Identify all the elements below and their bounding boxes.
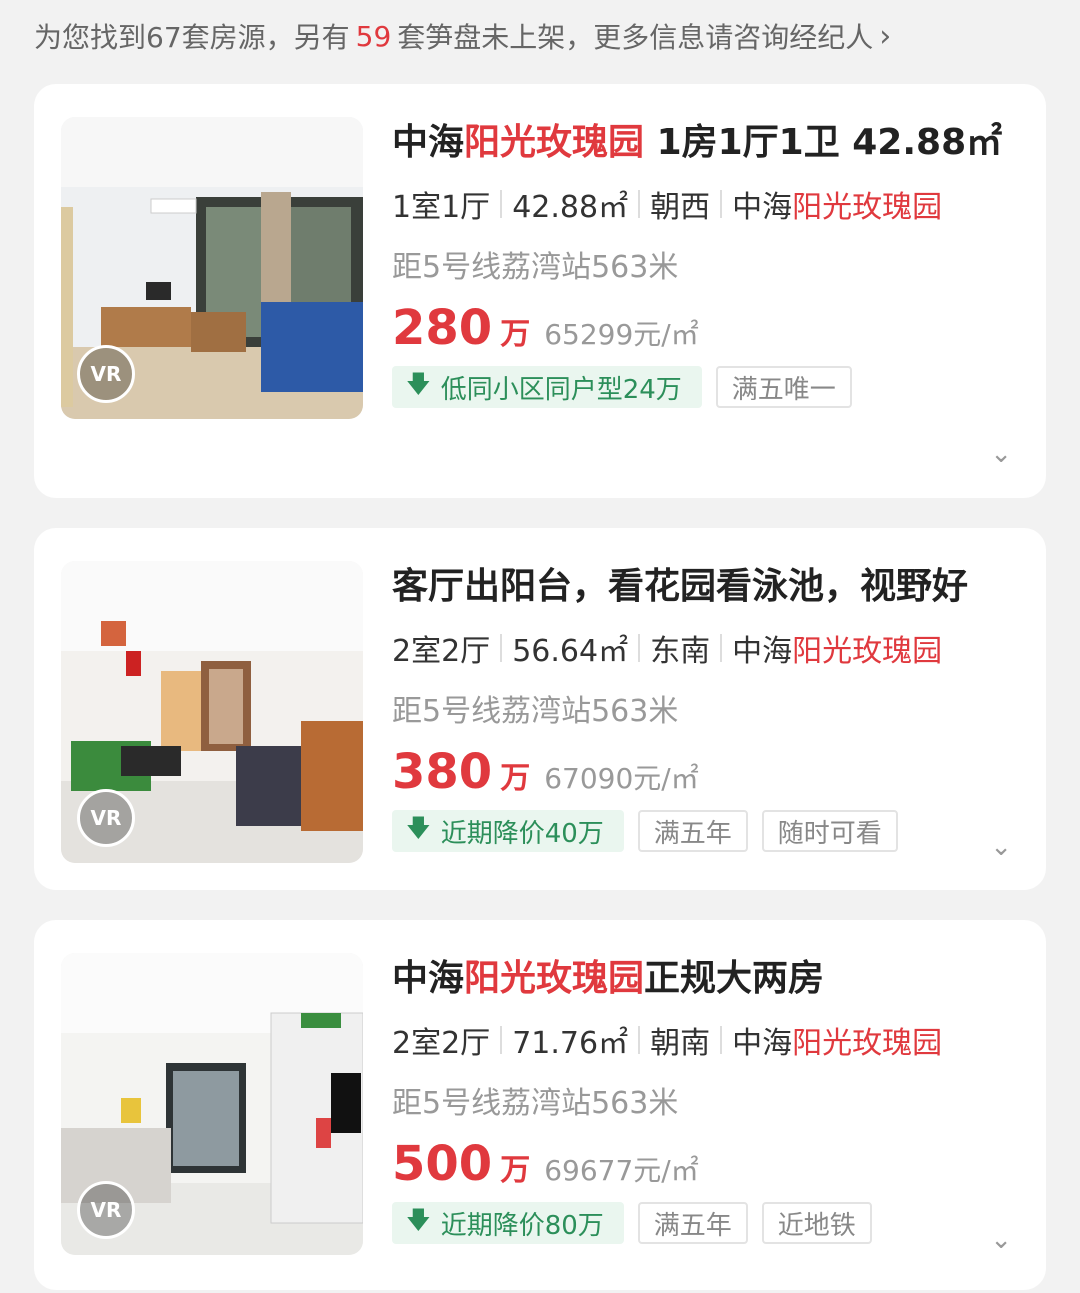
listing-photo[interactable]: VR: [61, 953, 363, 1255]
tag-row: 🡇 近期降价40万 满五年 随时可看: [392, 810, 1016, 852]
area: 42.88㎡: [512, 190, 629, 225]
price-per-sqm: 65299元/㎡: [544, 318, 699, 351]
tag-row: 🡇 近期降价80万 满五年 近地铁: [392, 1202, 1016, 1244]
vr-badge[interactable]: VR: [77, 789, 135, 847]
price-row: 500 万 69677元/㎡: [392, 1136, 1016, 1192]
listing-attributes: 2室2厅 71.76㎡ 朝南 中海阳光玫瑰园: [392, 1018, 1016, 1062]
price-per-sqm: 69677元/㎡: [544, 1154, 699, 1187]
price-row: 380 万 67090元/㎡: [392, 744, 1016, 800]
metro-distance: 距5号线荔湾站563米: [392, 250, 679, 285]
total-price: 380: [392, 744, 493, 800]
vr-badge[interactable]: VR: [77, 1181, 135, 1239]
orientation: 朝南: [650, 1026, 711, 1061]
tag-row: 🡇 低同小区同户型24万 满五唯一: [392, 366, 1016, 408]
layout: 2室2厅: [392, 634, 491, 669]
area: 71.76㎡: [512, 1026, 629, 1061]
chevron-right-icon: ›: [879, 18, 892, 54]
metro-distance: 距5号线荔湾站563米: [392, 1086, 679, 1121]
summary-prefix: 为您找到67套房源，另有: [34, 21, 350, 54]
price-drop-tag: 🡇 近期降价80万: [392, 1202, 624, 1244]
arrow-down-icon: 🡇: [406, 369, 431, 398]
chevron-down-icon[interactable]: ⌄: [990, 832, 1012, 862]
feature-tag: 满五年: [637, 810, 748, 852]
listing-info: 中海阳光玫瑰园正规大两房 2室2厅 71.76㎡ 朝南 中海阳光玫瑰园 距5号线…: [392, 956, 1016, 1244]
listing-info: 客厅出阳台，看花园看泳池，视野好 2室2厅 56.64㎡ 东南 中海阳光玫瑰园 …: [392, 564, 1016, 852]
listing-card[interactable]: VR 中海阳光玫瑰园正规大两房 2室2厅 71.76㎡ 朝南 中海阳光玫瑰园 距…: [34, 920, 1046, 1290]
listing-photo[interactable]: VR: [61, 117, 363, 419]
price-unit: 万: [500, 761, 531, 796]
orientation: 东南: [650, 634, 711, 669]
price-per-sqm: 67090元/㎡: [544, 762, 699, 795]
community: 中海阳光玫瑰园: [732, 1026, 943, 1061]
price-drop-tag: 🡇 低同小区同户型24万: [392, 366, 702, 408]
layout: 2室2厅: [392, 1026, 491, 1061]
feature-tag: 随时可看: [761, 810, 898, 852]
community: 中海阳光玫瑰园: [732, 190, 943, 225]
listing-card[interactable]: VR 客厅出阳台，看花园看泳池，视野好 2室2厅 56.64㎡ 东南 中海阳光玫…: [34, 528, 1046, 890]
orientation: 朝西: [650, 190, 711, 225]
arrow-down-icon: 🡇: [406, 813, 431, 842]
price-drop-tag: 🡇 近期降价40万: [392, 810, 624, 852]
vr-badge[interactable]: VR: [77, 345, 135, 403]
area: 56.64㎡: [512, 634, 629, 669]
price-unit: 万: [500, 317, 531, 352]
listing-attributes: 2室2厅 56.64㎡ 东南 中海阳光玫瑰园: [392, 626, 1016, 670]
feature-tag: 满五唯一: [715, 366, 852, 408]
chevron-down-icon[interactable]: ⌄: [990, 439, 1012, 469]
listing-photo[interactable]: VR: [61, 561, 363, 863]
price-unit: 万: [500, 1153, 531, 1188]
listing-title: 中海阳光玫瑰园 1房1厅1卫 42.88㎡: [392, 122, 1003, 163]
arrow-down-icon: 🡇: [406, 1205, 431, 1234]
price-row: 280 万 65299元/㎡: [392, 300, 1016, 356]
total-price: 500: [392, 1136, 493, 1192]
layout: 1室1厅: [392, 190, 491, 225]
metro-distance: 距5号线荔湾站563米: [392, 694, 679, 729]
feature-tag: 满五年: [637, 1202, 748, 1244]
community: 中海阳光玫瑰园: [732, 634, 943, 669]
total-price: 280: [392, 300, 493, 356]
listing-summary-bar[interactable]: 为您找到67套房源，另有 59 套笋盘未上架，更多信息请咨询经纪人 ›: [34, 14, 891, 58]
summary-count: 59: [355, 19, 392, 53]
listing-title: 中海阳光玫瑰园正规大两房: [392, 958, 825, 999]
listing-attributes: 1室1厅 42.88㎡ 朝西 中海阳光玫瑰园: [392, 182, 1016, 226]
summary-suffix: 套笋盘未上架，更多信息请咨询经纪人: [397, 21, 874, 54]
listing-info: 中海阳光玫瑰园 1房1厅1卫 42.88㎡ 1室1厅 42.88㎡ 朝西 中海阳…: [392, 120, 1016, 408]
chevron-down-icon[interactable]: ⌄: [990, 1225, 1012, 1255]
listing-card[interactable]: VR 中海阳光玫瑰园 1房1厅1卫 42.88㎡ 1室1厅 42.88㎡ 朝西 …: [34, 84, 1046, 498]
listing-title: 客厅出阳台，看花园看泳池，视野好: [392, 566, 969, 607]
feature-tag: 近地铁: [761, 1202, 872, 1244]
